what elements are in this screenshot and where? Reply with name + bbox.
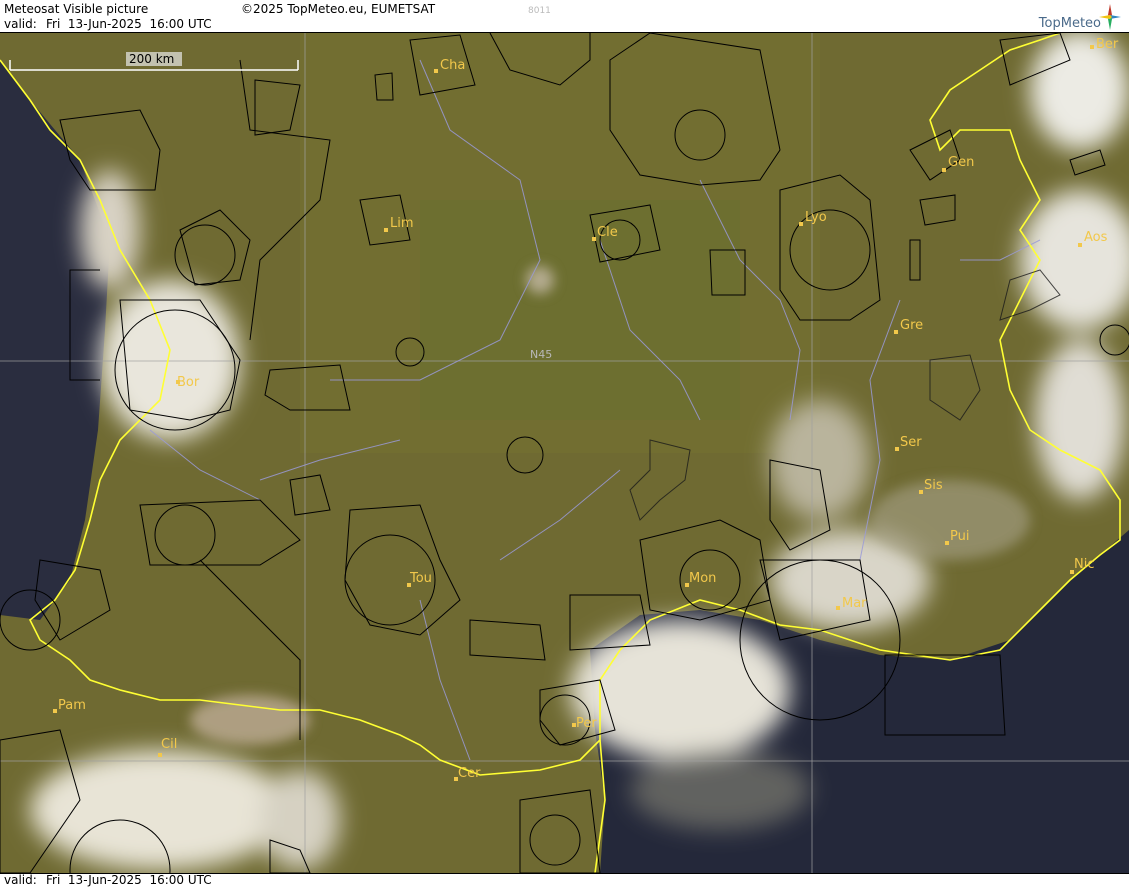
svg-text:Lyo: Lyo <box>805 210 827 225</box>
city-nic[interactable]: Nic <box>1070 557 1094 574</box>
city-bor[interactable]: Bor <box>176 375 200 390</box>
svg-text:Pui: Pui <box>950 529 969 544</box>
city-ser[interactable]: Ser <box>895 435 922 451</box>
svg-text:Cha: Cha <box>440 58 465 73</box>
satellite-map[interactable]: N45 200 km Cha Ber Gen Lim Cle Lyo Aos G… <box>0 33 1129 873</box>
city-tou[interactable]: Tou <box>407 571 432 587</box>
svg-text:Per: Per <box>576 716 597 731</box>
svg-text:Cil: Cil <box>161 737 177 752</box>
svg-text:Ser: Ser <box>900 435 922 450</box>
svg-text:Sis: Sis <box>924 478 943 493</box>
scale-label: 200 km <box>129 52 174 66</box>
header-bar: Meteosat Visible picture valid: Fri 13-J… <box>0 0 1129 33</box>
footer-valid-label: valid: <box>4 873 37 887</box>
svg-text:Gen: Gen <box>948 155 974 170</box>
product-title: Meteosat Visible picture <box>4 2 149 16</box>
svg-text:Nic: Nic <box>1074 557 1094 572</box>
footer-bar: valid: Fri 13-Jun-2025 16:00 UTC <box>0 873 1129 887</box>
city-cer[interactable]: Cer <box>454 766 481 781</box>
city-per[interactable]: Per <box>572 716 597 731</box>
svg-text:Tou: Tou <box>409 571 432 586</box>
latitude-label: N45 <box>530 348 552 361</box>
compass-logo-icon <box>1099 4 1121 30</box>
svg-text:Aos: Aos <box>1084 230 1108 245</box>
city-pam[interactable]: Pam <box>53 698 86 713</box>
valid-label: valid: <box>4 17 37 31</box>
svg-text:Mon: Mon <box>689 571 716 586</box>
svg-text:Gre: Gre <box>900 318 923 333</box>
city-mon[interactable]: Mon <box>685 571 716 587</box>
product-code: 8011 <box>528 6 551 16</box>
svg-text:Cer: Cer <box>458 766 481 781</box>
copyright-text: ©2025 TopMeteo.eu, EUMETSAT <box>241 2 436 16</box>
svg-text:Pam: Pam <box>58 698 86 713</box>
svg-text:Cle: Cle <box>597 225 618 240</box>
valid-time: Fri 13-Jun-2025 16:00 UTC <box>46 17 212 31</box>
svg-text:Ber: Ber <box>1096 37 1119 52</box>
svg-text:Bor: Bor <box>177 375 200 390</box>
svg-text:Lim: Lim <box>390 216 414 231</box>
footer-valid-time: Fri 13-Jun-2025 16:00 UTC <box>46 873 212 887</box>
brand-logo-text[interactable]: TopMeteo <box>1039 16 1101 31</box>
svg-text:Mar: Mar <box>842 596 867 611</box>
